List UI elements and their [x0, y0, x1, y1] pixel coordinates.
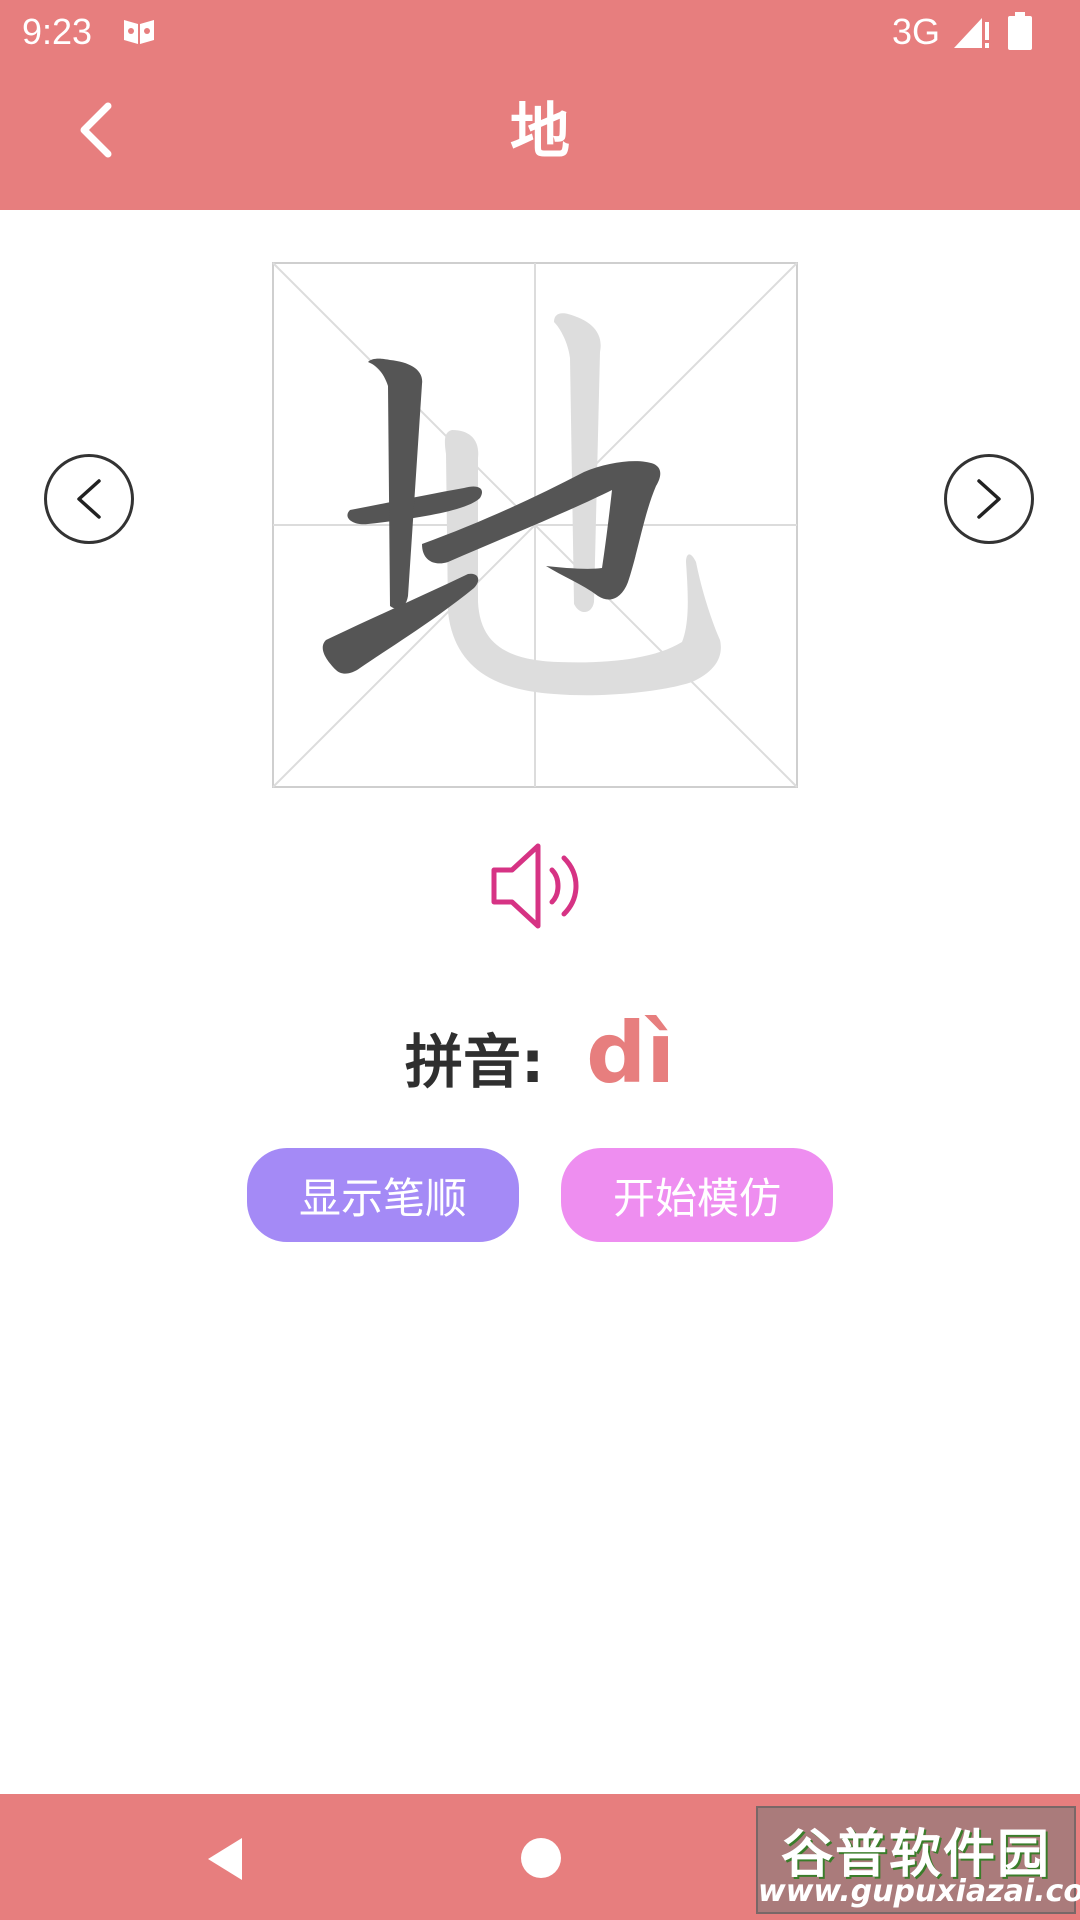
- network-type: 3G: [891, 11, 940, 52]
- watermark-url: www.gupuxiazai.com: [758, 1874, 1080, 1909]
- chevron-right-icon: [977, 479, 1001, 519]
- pinyin-label: 拼音:: [404, 1028, 545, 1096]
- next-character-button[interactable]: [944, 454, 1034, 544]
- pinyin-value: dì: [586, 1004, 676, 1102]
- book-icon: [124, 20, 154, 44]
- previous-character-button[interactable]: [44, 454, 134, 544]
- app-bar: 地: [0, 62, 1080, 210]
- status-time: 9:23: [22, 11, 93, 52]
- triangle-back-icon[interactable]: [200, 1834, 250, 1884]
- pinyin-row: 拼音: dì: [0, 1004, 1080, 1104]
- battery-icon: [1008, 12, 1032, 50]
- start-imitation-button[interactable]: 开始模仿: [561, 1148, 833, 1242]
- character-grid: [272, 262, 798, 788]
- status-bar: 9:23 3G: [0, 0, 1080, 62]
- circle-home-icon[interactable]: [521, 1838, 561, 1878]
- character-completed-strokes: [322, 358, 661, 674]
- speaker-icon: [491, 843, 579, 929]
- page-title: 地: [510, 97, 570, 167]
- signal-icon: [954, 18, 989, 48]
- chevron-left-icon: [77, 479, 101, 519]
- play-pronunciation-button[interactable]: [486, 836, 594, 936]
- watermark: 谷普软件园 www.gupuxiazai.com: [756, 1806, 1080, 1914]
- show-stroke-order-button[interactable]: 显示笔顺: [247, 1148, 519, 1242]
